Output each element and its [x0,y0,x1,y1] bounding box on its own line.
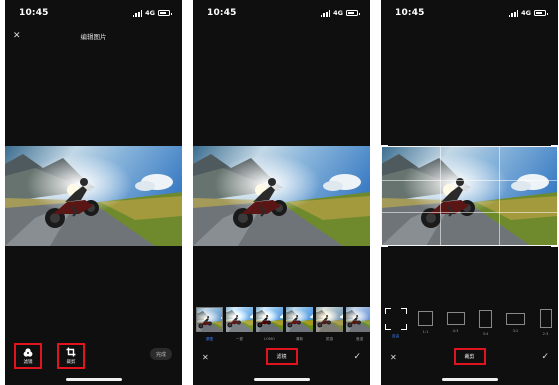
filter-label[interactable]: 原图 [196,337,223,342]
crop-tool-button[interactable]: 裁剪 [57,343,85,369]
ratio-label: 2:3 [542,332,549,336]
edit-screen: 10:45 4G ✕ 编辑图片 滤镜 裁剪 完成 [5,0,182,385]
filter-mode-button[interactable]: 滤镜 [265,348,298,365]
filter-thumb[interactable] [316,307,343,332]
crop-icon [66,347,76,357]
network-label: 4G [145,9,155,17]
status-time: 10:45 [19,8,49,18]
status-time: 10:45 [207,8,237,18]
status-icons: 4G [132,9,172,17]
filter-thumb[interactable] [196,307,223,332]
filter-tool-button[interactable]: 滤镜 [14,343,42,369]
filter-label[interactable]: 一夏 [226,337,253,342]
home-indicator [253,378,310,381]
ratio-4-3[interactable]: 4:3 [445,308,466,333]
home-indicator [65,378,122,381]
ratio-options: 自由 1:1 4:3 3:4 3:2 2:3 [384,308,558,339]
ratio-1-1[interactable]: 1:1 [415,308,436,334]
ratio-box [418,311,433,326]
network-label: 4G [521,9,531,17]
filter-thumb[interactable] [346,307,370,332]
status-icons: 4G [508,9,548,17]
signal-icon [132,9,143,17]
battery-icon [534,10,548,16]
filter-label[interactable]: 质感 [316,337,343,342]
status-bar: 10:45 4G [381,0,558,24]
top-bar: ✕ 编辑图片 [5,30,182,44]
battery-icon [158,10,172,16]
status-icons: 4G [320,9,360,17]
filter-label[interactable]: LOMO [256,337,283,342]
page-title: 编辑图片 [80,33,107,41]
photo-preview [5,146,182,246]
status-bar: 10:45 4G [5,0,182,24]
filter-label[interactable]: 清新 [286,337,313,342]
filter-thumb[interactable] [256,307,283,332]
ratio-box [506,313,525,325]
photo-preview [193,146,370,246]
cancel-icon[interactable]: ✕ [202,353,209,362]
crop-tool-label: 裁剪 [66,360,76,365]
status-bar: 10:45 4G [193,0,370,24]
filter-screen: 10:45 4G 原图 一夏 LOMO 清新 质感 浪漫 ✕ 滤镜 ✓ [193,0,370,385]
filter-tool-label: 滤镜 [23,359,33,365]
confirm-icon[interactable]: ✓ [541,352,549,362]
ratio-label: 1:1 [422,330,429,334]
ratio-box [479,310,492,328]
ratio-3-2[interactable]: 3:2 [505,308,526,333]
filter-thumb[interactable] [226,307,253,332]
ratio-label: 自由 [391,334,400,338]
ratio-label: 3:4 [482,332,489,336]
filter-icon [23,347,33,357]
signal-icon [320,9,331,17]
ratio-free[interactable]: 自由 [384,308,407,339]
done-button[interactable]: 完成 [150,348,172,360]
ratio-box [446,312,465,325]
free-crop-icon [384,308,407,330]
network-label: 4G [333,9,343,17]
cancel-icon[interactable]: ✕ [390,353,397,362]
battery-icon [346,10,360,16]
ratio-label: 4:3 [452,329,459,333]
ratio-2-3[interactable]: 2:3 [535,308,556,336]
crop-mode-button[interactable]: 裁剪 [453,348,486,365]
filter-strip [196,307,370,332]
screens-container: 10:45 4G ✕ 编辑图片 滤镜 裁剪 完成 10:45 4G 原图 一夏 … [0,0,559,385]
home-indicator [441,378,498,381]
confirm-icon[interactable]: ✓ [353,352,361,362]
filter-thumb[interactable] [286,307,313,332]
filter-label[interactable]: 浪漫 [346,337,370,342]
filter-labels: 原图 一夏 LOMO 清新 质感 浪漫 [196,337,370,342]
crop-screen: 10:45 4G 自由 1:1 4:3 3:4 3:2 2:3 ✕ 裁剪 ✓ [381,0,558,385]
tool-bar: 滤镜 裁剪 完成 [5,343,182,369]
photo-preview [381,146,558,246]
ratio-3-4[interactable]: 3:4 [475,308,496,336]
ratio-label: 3:2 [512,329,519,333]
signal-icon [508,9,519,17]
ratio-box [539,309,552,328]
status-time: 10:45 [395,8,425,18]
